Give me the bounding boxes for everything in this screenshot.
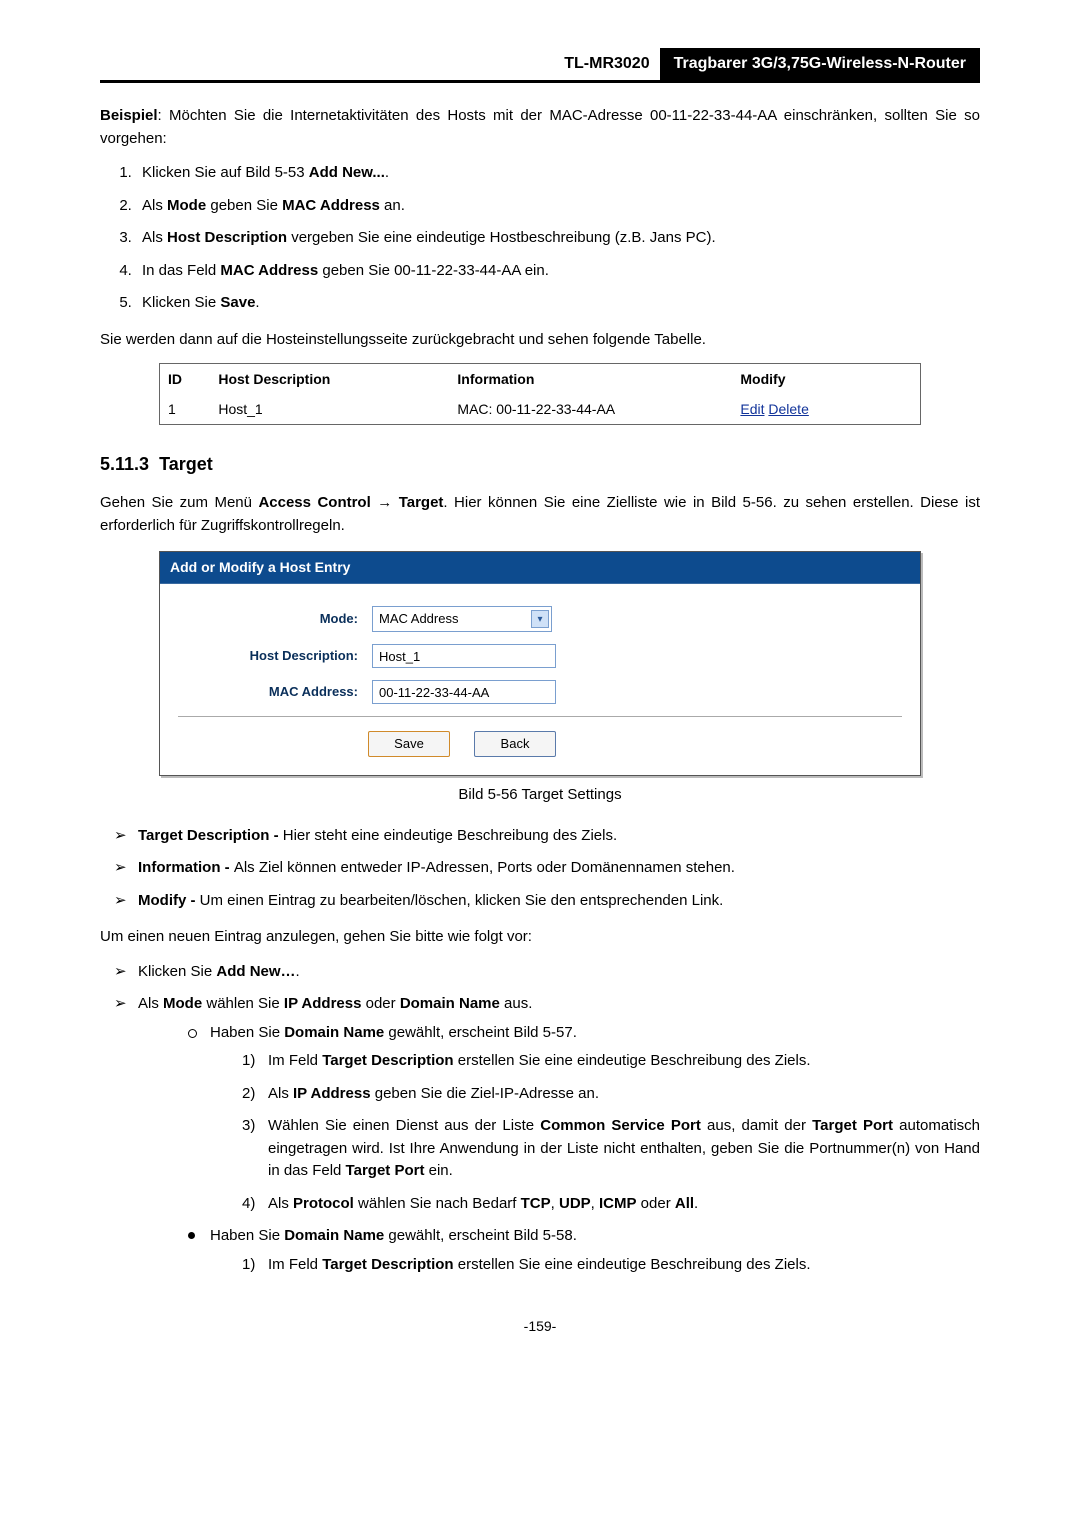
section-number: 5.11.3: [100, 454, 149, 474]
row-mac-address: MAC Address:: [178, 680, 902, 704]
save-button[interactable]: Save: [368, 731, 450, 757]
ne-mode: Als Mode wählen Sie IP Address oder Doma…: [114, 993, 980, 1276]
chevron-down-icon: ▾: [531, 610, 549, 628]
mac-address-label: MAC Address:: [178, 682, 372, 702]
def-target-description: Target Description - Hier steht eine ein…: [114, 825, 980, 848]
new-entry-list: Klicken Sie Add New…. Als Mode wählen Si…: [100, 961, 980, 1277]
row-host-description: Host Description:: [178, 644, 902, 668]
section-title: Target: [159, 454, 213, 474]
intro-paragraph: Beispiel: Möchten Sie die Internetaktivi…: [100, 105, 980, 150]
ne-add-new: Klicken Sie Add New….: [114, 961, 980, 984]
ne-step-4: 4)Als Protocol wählen Sie nach Bedarf TC…: [242, 1193, 980, 1216]
host-table: ID Host Description Information Modify 1…: [159, 363, 921, 425]
ne-domain-57: Haben Sie Domain Name gewählt, erscheint…: [188, 1022, 980, 1216]
td-modify: Edit Delete: [732, 395, 920, 424]
def-information: Information - Als Ziel können entweder I…: [114, 857, 980, 880]
page-number: -159-: [100, 1316, 980, 1337]
header-inner: TL-MR3020 Tragbarer 3G/3,75G-Wireless-N-…: [554, 48, 980, 80]
th-id: ID: [160, 364, 210, 395]
step-5: Klicken Sie Save.: [136, 292, 980, 315]
host-table-header: ID Host Description Information Modify: [160, 364, 920, 395]
ne-step-1: 1)Im Feld Target Description erstellen S…: [242, 1050, 980, 1073]
definitions-list: Target Description - Hier steht eine ein…: [100, 825, 980, 913]
step-3: Als Host Description vergeben Sie eine e…: [136, 227, 980, 250]
back-button[interactable]: Back: [474, 731, 556, 757]
ne-mode-sublist: Haben Sie Domain Name gewählt, erscheint…: [138, 1022, 980, 1277]
ne-domain-58: Haben Sie Domain Name gewählt, erscheint…: [188, 1225, 980, 1276]
header-subtitle: Tragbarer 3G/3,75G-Wireless-N-Router: [660, 48, 980, 80]
ne-step-3: 3)Wählen Sie einen Dienst aus der Liste …: [242, 1115, 980, 1183]
figure-caption: Bild 5-56 Target Settings: [100, 784, 980, 807]
ne-step-2: 2)Als IP Address geben Sie die Ziel-IP-A…: [242, 1083, 980, 1106]
host-entry-panel: Add or Modify a Host Entry Mode: MAC Add…: [159, 551, 921, 776]
page: TL-MR3020 Tragbarer 3G/3,75G-Wireless-N-…: [0, 0, 1080, 1377]
ne-domain-57-steps: 1)Im Feld Target Description erstellen S…: [210, 1050, 980, 1215]
th-information: Information: [449, 364, 732, 395]
ne-step-1b: 1)Im Feld Target Description erstellen S…: [242, 1254, 980, 1277]
panel-divider: [178, 716, 902, 717]
edit-link[interactable]: Edit: [740, 401, 764, 417]
page-header: TL-MR3020 Tragbarer 3G/3,75G-Wireless-N-…: [100, 48, 980, 83]
delete-link[interactable]: Delete: [768, 401, 808, 417]
step-2: Als Mode geben Sie MAC Address an.: [136, 195, 980, 218]
target-intro: Gehen Sie zum Menü Access Control → Targ…: [100, 492, 980, 537]
td-host-description: Host_1: [210, 395, 449, 424]
intro-label: Beispiel: [100, 107, 158, 124]
td-information: MAC: 00-11-22-33-44-AA: [449, 395, 732, 424]
section-heading: 5.11.3 Target: [100, 451, 980, 478]
td-id: 1: [160, 395, 210, 424]
th-modify: Modify: [732, 364, 920, 395]
after-steps: Sie werden dann auf die Hosteinstellungs…: [100, 329, 980, 352]
th-host-description: Host Description: [210, 364, 449, 395]
host-description-label: Host Description:: [178, 646, 372, 666]
ne-domain-58-steps: 1)Im Feld Target Description erstellen S…: [210, 1254, 980, 1277]
panel-body: Mode: MAC Address ▾ Host Description: MA…: [160, 584, 920, 775]
mode-select[interactable]: MAC Address ▾: [372, 606, 552, 632]
panel-buttons: Save Back: [178, 731, 902, 757]
row-mode: Mode: MAC Address ▾: [178, 606, 902, 632]
header-model: TL-MR3020: [554, 48, 659, 80]
step-1: Klicken Sie auf Bild 5-53 Add New....: [136, 162, 980, 185]
mode-label: Mode:: [178, 609, 372, 629]
mode-select-value: MAC Address: [379, 609, 458, 629]
panel-title: Add or Modify a Host Entry: [160, 552, 920, 584]
def-modify: Modify - Um einen Eintrag zu bearbeiten/…: [114, 890, 980, 913]
intro-text: : Möchten Sie die Internetaktivitäten de…: [100, 107, 980, 147]
table-row: 1 Host_1 MAC: 00-11-22-33-44-AA Edit Del…: [160, 395, 920, 424]
step-4: In das Feld MAC Address geben Sie 00-11-…: [136, 260, 980, 283]
new-entry-intro: Um einen neuen Eintrag anzulegen, gehen …: [100, 926, 980, 949]
mac-address-input[interactable]: [372, 680, 556, 704]
steps-list: Klicken Sie auf Bild 5-53 Add New.... Al…: [100, 162, 980, 315]
host-description-input[interactable]: [372, 644, 556, 668]
